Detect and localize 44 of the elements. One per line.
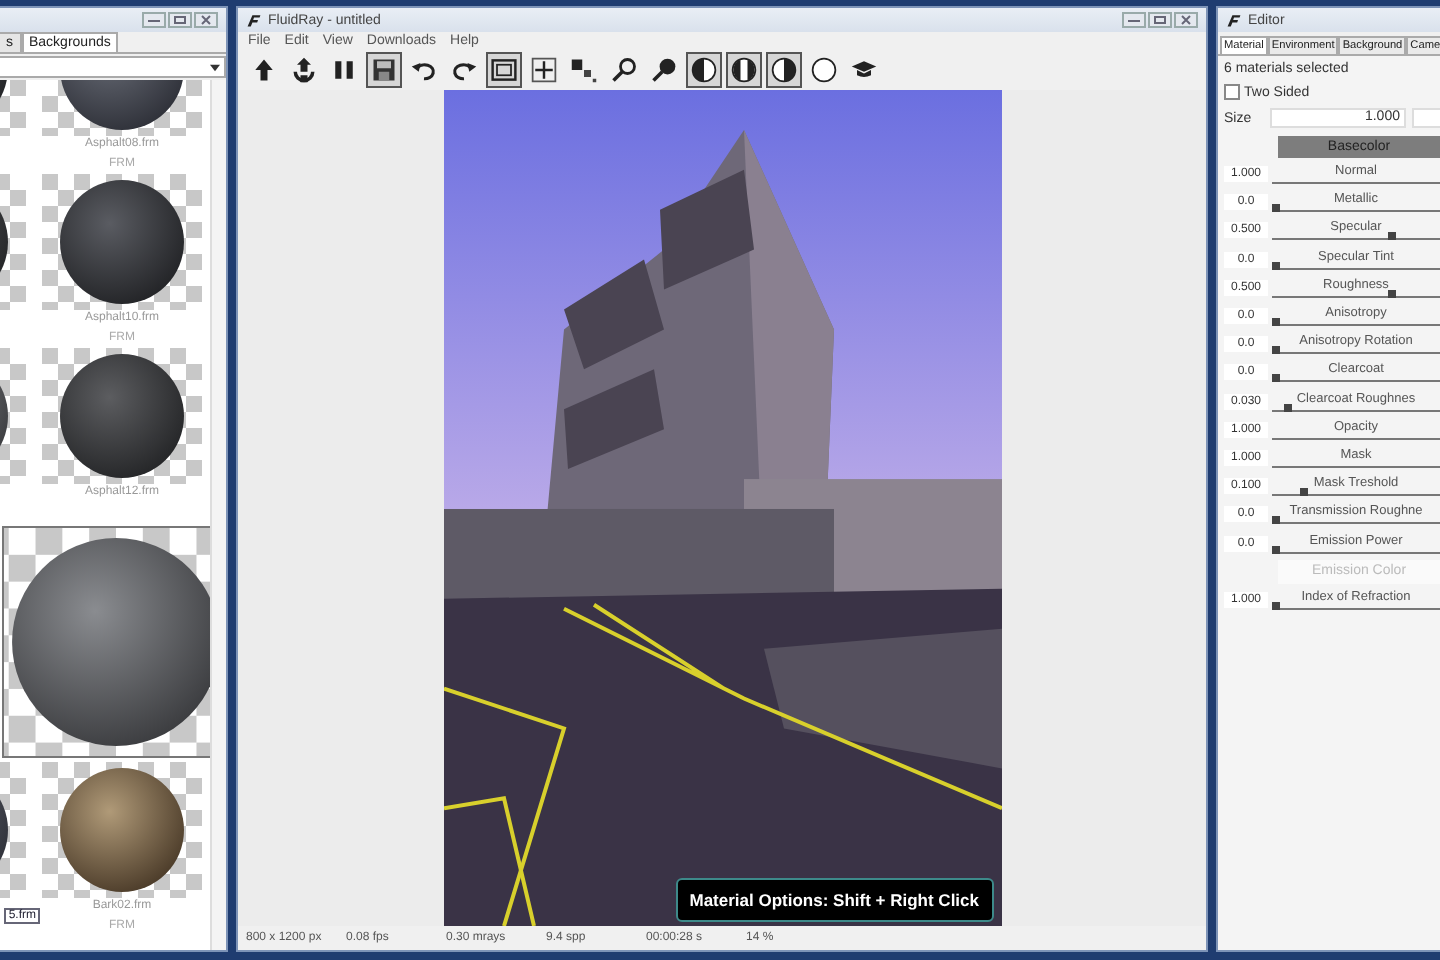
upload-icon: [290, 56, 318, 84]
slider-thumb[interactable]: [1387, 289, 1396, 298]
checkbox[interactable]: [1224, 84, 1240, 100]
toolbar-button[interactable]: [806, 52, 842, 88]
slider-thumb[interactable]: [1272, 318, 1280, 327]
toolbar-button[interactable]: [726, 52, 762, 88]
maximize-icon[interactable]: [1148, 12, 1172, 28]
slider-thumb[interactable]: [1272, 261, 1280, 270]
half-circle-icon: [730, 56, 758, 84]
half-circle-icon: [770, 56, 798, 84]
picker-icon: [650, 56, 678, 84]
minimize-icon[interactable]: [142, 12, 166, 28]
slider-thumb[interactable]: [1272, 601, 1280, 610]
slider-thumb[interactable]: [1300, 488, 1309, 497]
slider-thumb[interactable]: [1272, 545, 1280, 554]
toolbar-button[interactable]: [366, 52, 402, 88]
app-logo-icon: [246, 12, 262, 28]
half-circle-icon: [690, 56, 718, 84]
pause-icon: [330, 56, 358, 84]
toolbar-button[interactable]: [766, 52, 802, 88]
move-icon: [530, 56, 558, 84]
minimize-icon[interactable]: [1122, 12, 1146, 28]
squares-icon: [570, 56, 598, 84]
scrollbar[interactable]: [210, 80, 226, 950]
toolbar-button[interactable]: [686, 52, 722, 88]
slider-thumb[interactable]: [1387, 232, 1396, 241]
toolbar-button[interactable]: [486, 52, 522, 88]
slider-thumb[interactable]: [1272, 346, 1280, 355]
slider-thumb[interactable]: [1284, 403, 1293, 412]
arrow-up-icon: [250, 56, 278, 84]
slider-thumb[interactable]: [1272, 374, 1280, 383]
slider-thumb[interactable]: [1272, 516, 1280, 525]
caret-icon: [210, 63, 220, 71]
slider-thumb[interactable]: [1272, 204, 1280, 213]
hint-tooltip: Material Options: Shift + Right Click: [675, 878, 993, 922]
frame-icon: [490, 56, 518, 84]
zoom-icon: [610, 56, 638, 84]
close-icon[interactable]: [1174, 12, 1198, 28]
toolbar-button[interactable]: [526, 52, 562, 88]
circle-icon: [810, 56, 838, 84]
maximize-icon[interactable]: [168, 12, 192, 28]
app-logo-icon: [1226, 12, 1242, 28]
save-icon: [370, 56, 398, 84]
close-icon[interactable]: [194, 12, 218, 28]
